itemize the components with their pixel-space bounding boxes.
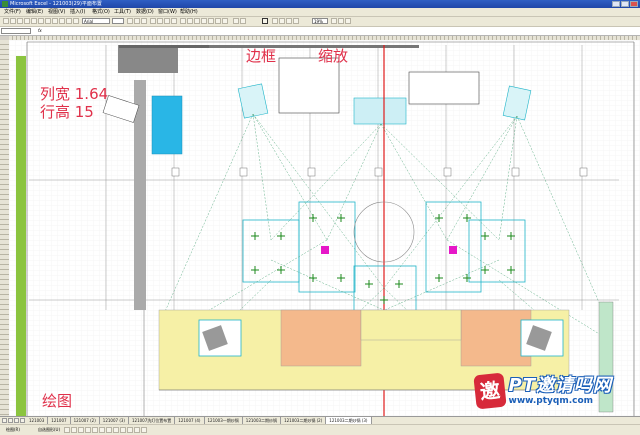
oval-tool-icon[interactable] [85,427,91,433]
line-style-icon[interactable] [127,427,133,433]
drawing-toggle-icon[interactable] [338,18,344,24]
increase-decimal-icon[interactable] [201,18,207,24]
magenta-marker-left [321,246,329,254]
watermark-url: www.ptyqm.com [508,396,594,406]
watermark: 邀 PT邀请吗网 www.ptyqm.com [472,371,612,411]
copy-icon[interactable] [45,18,51,24]
orange-zone-left [280,309,362,367]
draw-menu[interactable]: 绘图(R) [6,427,20,433]
menu-tools[interactable]: 工具(T) [114,9,131,15]
formula-bar: fx [0,27,640,36]
print-icon[interactable] [24,18,30,24]
center-cyan-box [353,97,407,125]
blue-equipment-box [151,95,183,155]
minimize-button[interactable] [612,1,620,7]
wordart-tool-icon[interactable] [99,427,105,433]
drawing-toolbar: 绘图(R) 自选图形(U) [0,424,640,435]
save-icon[interactable] [17,18,23,24]
align-center-icon[interactable] [157,18,163,24]
excel-app-icon [2,1,8,7]
close-button[interactable] [630,1,638,7]
textbox-tool-icon[interactable] [92,427,98,433]
fill-color-icon[interactable] [233,18,239,24]
comma-icon[interactable] [194,18,200,24]
font-name-box[interactable]: Arial [82,18,110,24]
font-color-draw-icon[interactable] [120,427,126,433]
grey-block-top [118,45,178,73]
rectangle-tool-icon[interactable] [78,427,84,433]
percent-icon[interactable] [187,18,193,24]
menu-data[interactable]: 数据(D) [136,9,154,15]
currency-icon[interactable] [180,18,186,24]
arrow-style-icon[interactable] [141,427,147,433]
options-icon[interactable] [345,18,351,24]
magenta-marker-right [449,246,457,254]
standard-toolbar: Arial 19% [0,17,640,27]
orange-zone-right [460,309,532,367]
name-box[interactable] [1,28,31,34]
next-sheet-icon[interactable] [14,418,19,423]
preview-icon[interactable] [31,18,37,24]
italic-icon[interactable] [134,18,140,24]
cut-icon[interactable] [38,18,44,24]
arrow-tool-icon[interactable] [71,427,77,433]
redo-icon[interactable] [73,18,79,24]
border-annotation: 边框 [246,47,277,65]
menu-insert[interactable]: 插入(I) [70,9,85,15]
bold-icon[interactable] [127,18,133,24]
indent-icon[interactable] [215,18,221,24]
dash-style-icon[interactable] [134,427,140,433]
text-color-icon[interactable] [293,18,299,24]
prev-sheet-icon[interactable] [8,418,13,423]
sort-icon[interactable] [279,18,285,24]
watermark-title: PT邀请吗网 [508,375,612,396]
green-zone-left [16,56,26,416]
chart-icon[interactable] [272,18,278,24]
top-right-table-box [408,71,480,105]
merge-center-icon[interactable] [171,18,177,24]
menu-file[interactable]: 文件(F) [4,9,21,15]
undo-icon[interactable] [66,18,72,24]
menu-edit[interactable]: 编辑(E) [26,9,43,15]
paste-icon[interactable] [52,18,58,24]
menu-view[interactable]: 视图(V) [48,9,65,15]
font-color-icon[interactable] [240,18,246,24]
watermark-badge: 邀 [472,372,507,410]
window-controls [612,1,638,7]
help-icon[interactable] [331,18,337,24]
fx-icon[interactable]: fx [38,28,42,33]
borders-icon[interactable] [262,18,268,24]
font-size-box[interactable] [112,18,124,24]
fill-color-draw-icon[interactable] [106,427,112,433]
underline-icon[interactable] [141,18,147,24]
open-icon[interactable] [10,18,16,24]
drawing-annotation: 绘图 [42,392,73,410]
fill-bucket-icon[interactable] [286,18,292,24]
maximize-button[interactable] [621,1,629,7]
column-width-annotation: 列宽 1.64 [40,85,109,103]
line-color-icon[interactable] [113,427,119,433]
menu-bar: 文件(F) 编辑(E) 视图(V) 插入(I) 格式(O) 工具(T) 数据(D… [0,8,640,17]
top-table-box [278,57,340,114]
zoom-box[interactable]: 19% [312,18,328,24]
format-painter-icon[interactable] [59,18,65,24]
first-sheet-icon[interactable] [2,418,7,423]
zoom-annotation: 缩放 [318,47,349,65]
window-title: Microsoft Excel - 121003(29)平面布置 [10,1,102,7]
line-tool-icon[interactable] [64,427,70,433]
last-sheet-icon[interactable] [20,418,25,423]
menu-format[interactable]: 格式(O) [92,9,110,15]
new-icon[interactable] [3,18,9,24]
menu-window[interactable]: 窗口(W) [158,9,177,15]
window-title-bar: Microsoft Excel - 121003(29)平面布置 [0,0,640,8]
row-height-annotation: 行高 15 [40,103,94,121]
menu-help[interactable]: 帮助(H) [180,9,198,15]
decrease-decimal-icon[interactable] [208,18,214,24]
align-left-icon[interactable] [150,18,156,24]
outdent-icon[interactable] [222,18,228,24]
align-right-icon[interactable] [164,18,170,24]
autoshapes-menu[interactable]: 自选图形(U) [38,427,60,433]
